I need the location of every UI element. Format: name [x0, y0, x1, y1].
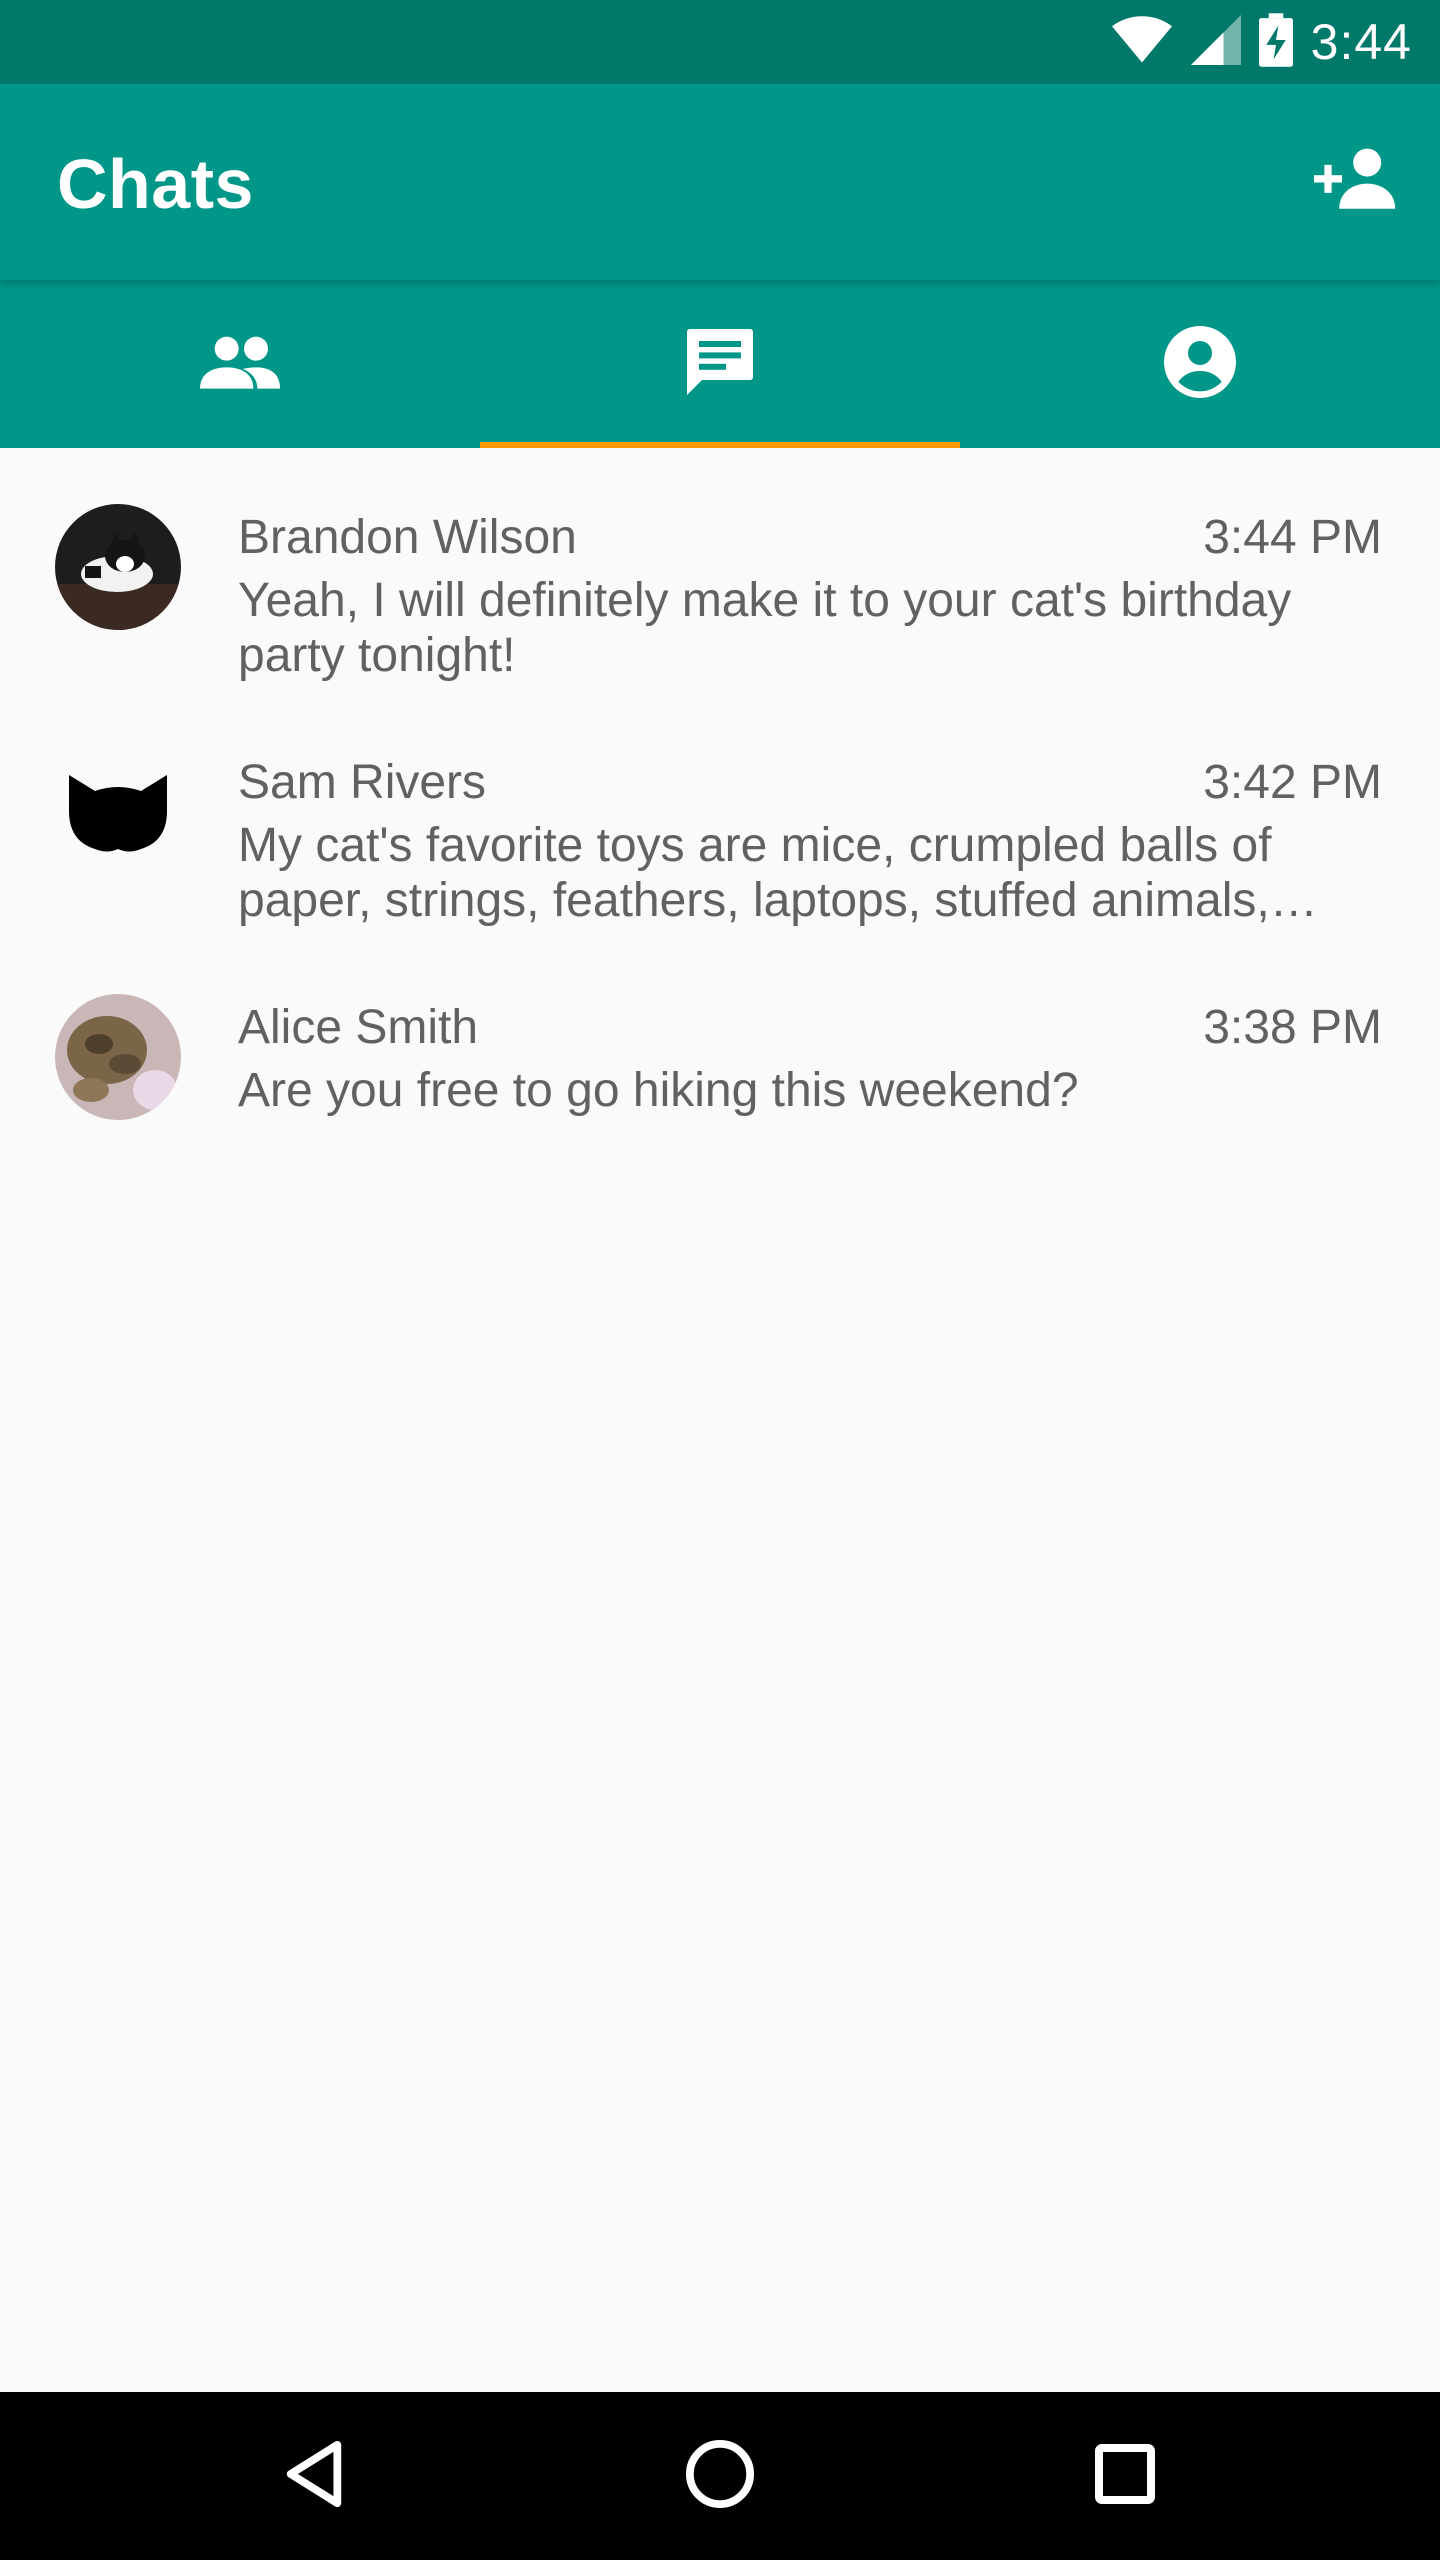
tab-bar — [0, 280, 1440, 448]
wifi-icon — [1111, 15, 1173, 70]
navigation-bar — [0, 2392, 1440, 2560]
recents-square-icon — [1095, 2443, 1155, 2509]
back-triangle-icon — [282, 2439, 346, 2514]
chat-icon — [683, 326, 757, 403]
chat-time: 3:44 PM — [1203, 511, 1382, 564]
chat-item-alice-smith[interactable]: Alice Smith 3:38 PM Are you free to go h… — [0, 938, 1440, 1128]
chat-item-brandon-wilson[interactable]: Brandon Wilson 3:44 PM Yeah, I will defi… — [0, 448, 1440, 693]
tab-indicator — [480, 442, 960, 448]
tab-contacts[interactable] — [0, 280, 480, 448]
chat-name: Sam Rivers — [238, 756, 487, 809]
avatar — [55, 749, 181, 875]
avatar — [55, 504, 181, 630]
home-button[interactable] — [670, 2426, 770, 2526]
back-button[interactable] — [264, 2426, 364, 2526]
chat-message-preview: Yeah, I will definitely make it to your … — [238, 574, 1292, 682]
tab-chats[interactable] — [480, 280, 960, 448]
status-time: 3:44 — [1310, 14, 1412, 70]
chat-time: 3:42 PM — [1203, 756, 1382, 809]
people-icon — [200, 335, 280, 394]
avatar — [55, 994, 181, 1120]
app-bar: Chats — [0, 84, 1440, 280]
chat-item-sam-rivers[interactable]: Sam Rivers 3:42 PM My cat's favorite toy… — [0, 693, 1440, 938]
account-circle-icon — [1164, 325, 1236, 403]
battery-charging-icon — [1258, 12, 1293, 72]
recents-button[interactable] — [1075, 2426, 1175, 2526]
chat-name: Brandon Wilson — [238, 511, 577, 564]
home-circle-icon — [685, 2439, 755, 2514]
chat-message-preview: My cat's favorite toys are mice, crumple… — [238, 819, 1272, 927]
tab-profile[interactable] — [960, 280, 1440, 448]
cellular-signal-icon — [1190, 14, 1241, 70]
status-icons: 3:44 — [1111, 0, 1412, 84]
add-person-button[interactable] — [1310, 138, 1402, 222]
chat-name: Alice Smith — [238, 1001, 479, 1054]
status-bar: 3:44 — [0, 0, 1440, 84]
person-add-icon — [1314, 147, 1398, 214]
chat-message-preview: Are you free to go hiking this weekend? — [238, 1064, 1079, 1117]
page-title: Chats — [57, 145, 254, 223]
chat-list: Brandon Wilson 3:44 PM Yeah, I will defi… — [0, 448, 1440, 1128]
chat-time: 3:38 PM — [1203, 1001, 1382, 1054]
